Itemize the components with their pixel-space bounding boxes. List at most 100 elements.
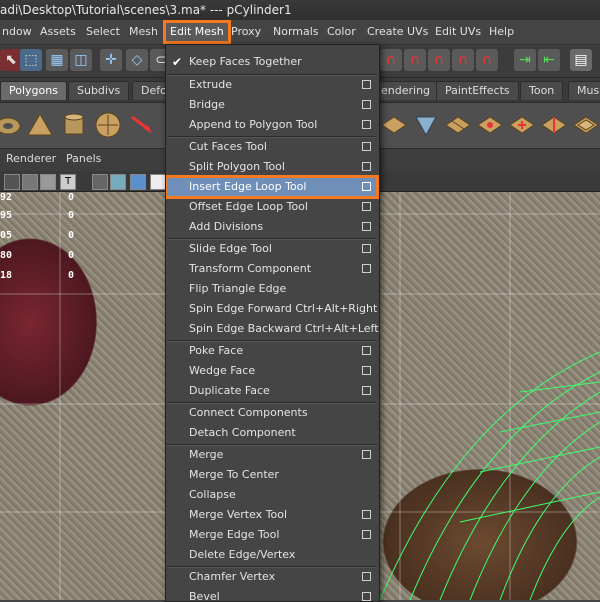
tab-paint-effects[interactable]: PaintEffects — [436, 81, 519, 100]
menu-item-merge[interactable]: Merge — [166, 445, 377, 465]
camera-icon[interactable] — [4, 174, 20, 190]
menu-select[interactable]: Select — [84, 23, 122, 41]
menu-item-add-divisions[interactable]: Add Divisions — [166, 217, 377, 237]
menu-item-split-polygon[interactable]: Split Polygon Tool — [166, 157, 377, 177]
menu-item-bridge[interactable]: Bridge — [166, 95, 377, 115]
option-box-icon[interactable] — [362, 530, 371, 539]
torus-icon[interactable] — [0, 111, 22, 139]
menu-help[interactable]: Help — [487, 23, 516, 41]
tab-polygons[interactable]: Polygons — [0, 81, 67, 100]
option-box-icon[interactable] — [362, 386, 371, 395]
menu-item-append-to-polygon[interactable]: Append to Polygon Tool — [166, 115, 377, 135]
wireframe-icon[interactable] — [22, 174, 38, 190]
lights-icon[interactable] — [110, 174, 126, 190]
select-mask-icon[interactable]: ⬚ — [20, 49, 42, 71]
menu-item-delete-edge-vertex[interactable]: Delete Edge/Vertex — [166, 545, 377, 565]
menu-item-detach-component[interactable]: Detach Component — [166, 423, 377, 443]
split-icon[interactable] — [444, 111, 472, 139]
tab-rendering[interactable]: endering — [372, 81, 440, 100]
menu-edit-uvs[interactable]: Edit UVs — [433, 23, 483, 41]
menu-normals[interactable]: Normals — [271, 23, 321, 41]
menu-mesh[interactable]: Mesh — [127, 23, 160, 41]
tab-toon[interactable]: Toon — [520, 81, 564, 100]
option-box-icon[interactable] — [362, 120, 371, 129]
tab-subdivs[interactable]: Subdivs — [68, 81, 130, 100]
magnet-snap-icon-5[interactable]: ∩ — [476, 49, 498, 71]
option-box-icon[interactable] — [362, 346, 371, 355]
view-snap-icon[interactable]: ◇ — [126, 49, 148, 71]
menu-item-transform-component[interactable]: Transform Component — [166, 259, 377, 279]
cylinder-icon[interactable] — [60, 111, 88, 139]
menu-item-connect-components[interactable]: Connect Components — [166, 403, 377, 423]
render-output-icon[interactable]: ⇤ — [538, 49, 560, 71]
menu-item-spin-edge-backward[interactable]: Spin Edge Backward Ctrl+Alt+Left — [166, 319, 379, 339]
xray-icon[interactable] — [130, 174, 146, 190]
option-box-icon[interactable] — [362, 222, 371, 231]
cone-icon[interactable] — [26, 111, 54, 139]
attribute-editor-icon[interactable]: ▤ — [570, 49, 592, 71]
menu-item-chamfer-vertex[interactable]: Chamfer Vertex — [166, 567, 377, 587]
tab-muscle[interactable]: Musc — [568, 81, 600, 100]
menu-item-collapse[interactable]: Collapse — [166, 485, 377, 505]
checkmark-icon: ✔ — [172, 55, 183, 69]
magnet-snap-icon-2[interactable]: ∩ — [404, 49, 426, 71]
menu-item-insert-edge-loop[interactable]: Insert Edge Loop Tool — [166, 175, 379, 199]
hud-row: 92 0 — [0, 192, 75, 203]
edit-mesh-dropdown: ✔ Keep Faces Together Extrude Bridge App… — [165, 44, 380, 602]
menu-renderer[interactable]: Renderer — [6, 152, 56, 165]
menu-item-flip-triangle-edge[interactable]: Flip Triangle Edge — [166, 279, 377, 299]
option-box-icon[interactable] — [362, 366, 371, 375]
menu-item-cut-faces[interactable]: Cut Faces Tool — [166, 137, 377, 157]
menu-item-duplicate-face[interactable]: Duplicate Face — [166, 381, 377, 401]
select-tool-icon[interactable]: ⬉ — [0, 49, 22, 71]
menu-color[interactable]: Color — [325, 23, 358, 41]
option-box-icon[interactable] — [362, 182, 371, 191]
option-box-icon[interactable] — [362, 450, 371, 459]
option-box-icon[interactable] — [362, 142, 371, 151]
menu-item-merge-edge-tool[interactable]: Merge Edge Tool — [166, 525, 377, 545]
reduce-icon[interactable] — [128, 111, 156, 139]
option-box-icon[interactable] — [362, 100, 371, 109]
menu-item-poke-face[interactable]: Poke Face — [166, 341, 377, 361]
extrude-face-icon[interactable] — [380, 111, 408, 139]
option-box-icon[interactable] — [362, 80, 371, 89]
option-box-icon[interactable] — [362, 510, 371, 519]
isolate-icon[interactable] — [92, 174, 108, 190]
menu-item-wedge-face[interactable]: Wedge Face — [166, 361, 377, 381]
option-box-icon[interactable] — [362, 244, 371, 253]
option-box-icon[interactable] — [362, 572, 371, 581]
menu-item-spin-edge-forward[interactable]: Spin Edge Forward Ctrl+Alt+Right — [166, 299, 377, 319]
duplicate-face-icon[interactable] — [572, 111, 600, 139]
bevel-icon[interactable] — [412, 111, 440, 139]
hud-row: 80 0 — [0, 250, 75, 261]
menu-panels[interactable]: Panels — [66, 152, 101, 165]
point-snap-icon[interactable]: ✛ — [100, 49, 122, 71]
menu-item-extrude[interactable]: Extrude — [166, 75, 377, 95]
menu-item-slide-edge[interactable]: Slide Edge Tool — [166, 239, 377, 259]
magnet-snap-icon-3[interactable]: ∩ — [428, 49, 450, 71]
texture-icon[interactable]: T — [60, 174, 76, 190]
merge-icon[interactable] — [476, 111, 504, 139]
menu-edit-mesh[interactable]: Edit Mesh — [163, 20, 231, 44]
smooth-icon[interactable] — [94, 111, 122, 139]
menu-proxy[interactable]: Proxy — [229, 23, 263, 41]
render-input-icon[interactable]: ⇥ — [514, 49, 536, 71]
menu-create-uvs[interactable]: Create UVs — [365, 23, 430, 41]
menu-item-merge-to-center[interactable]: Merge To Center — [166, 465, 377, 485]
menu-item-keep-faces-together[interactable]: ✔ Keep Faces Together — [166, 52, 377, 72]
menu-item-offset-edge-loop[interactable]: Offset Edge Loop Tool — [166, 197, 377, 217]
shaded-icon[interactable] — [40, 174, 56, 190]
menu-item-merge-vertex-tool[interactable]: Merge Vertex Tool — [166, 505, 377, 525]
curve-snap-icon[interactable]: ◫ — [70, 49, 92, 71]
option-box-icon[interactable] — [362, 202, 371, 211]
grid-snap-icon[interactable]: ▦ — [46, 49, 68, 71]
checker-icon[interactable] — [150, 174, 166, 190]
option-box-icon[interactable] — [362, 162, 371, 171]
option-box-icon[interactable] — [362, 264, 371, 273]
magnet-snap-icon-4[interactable]: ∩ — [452, 49, 474, 71]
poke-icon[interactable] — [508, 111, 536, 139]
wedge-icon[interactable] — [540, 111, 568, 139]
menu-assets[interactable]: Assets — [38, 23, 78, 41]
magnet-snap-icon-1[interactable]: ∩ — [380, 49, 402, 71]
menu-window[interactable]: ndow — [0, 23, 34, 41]
